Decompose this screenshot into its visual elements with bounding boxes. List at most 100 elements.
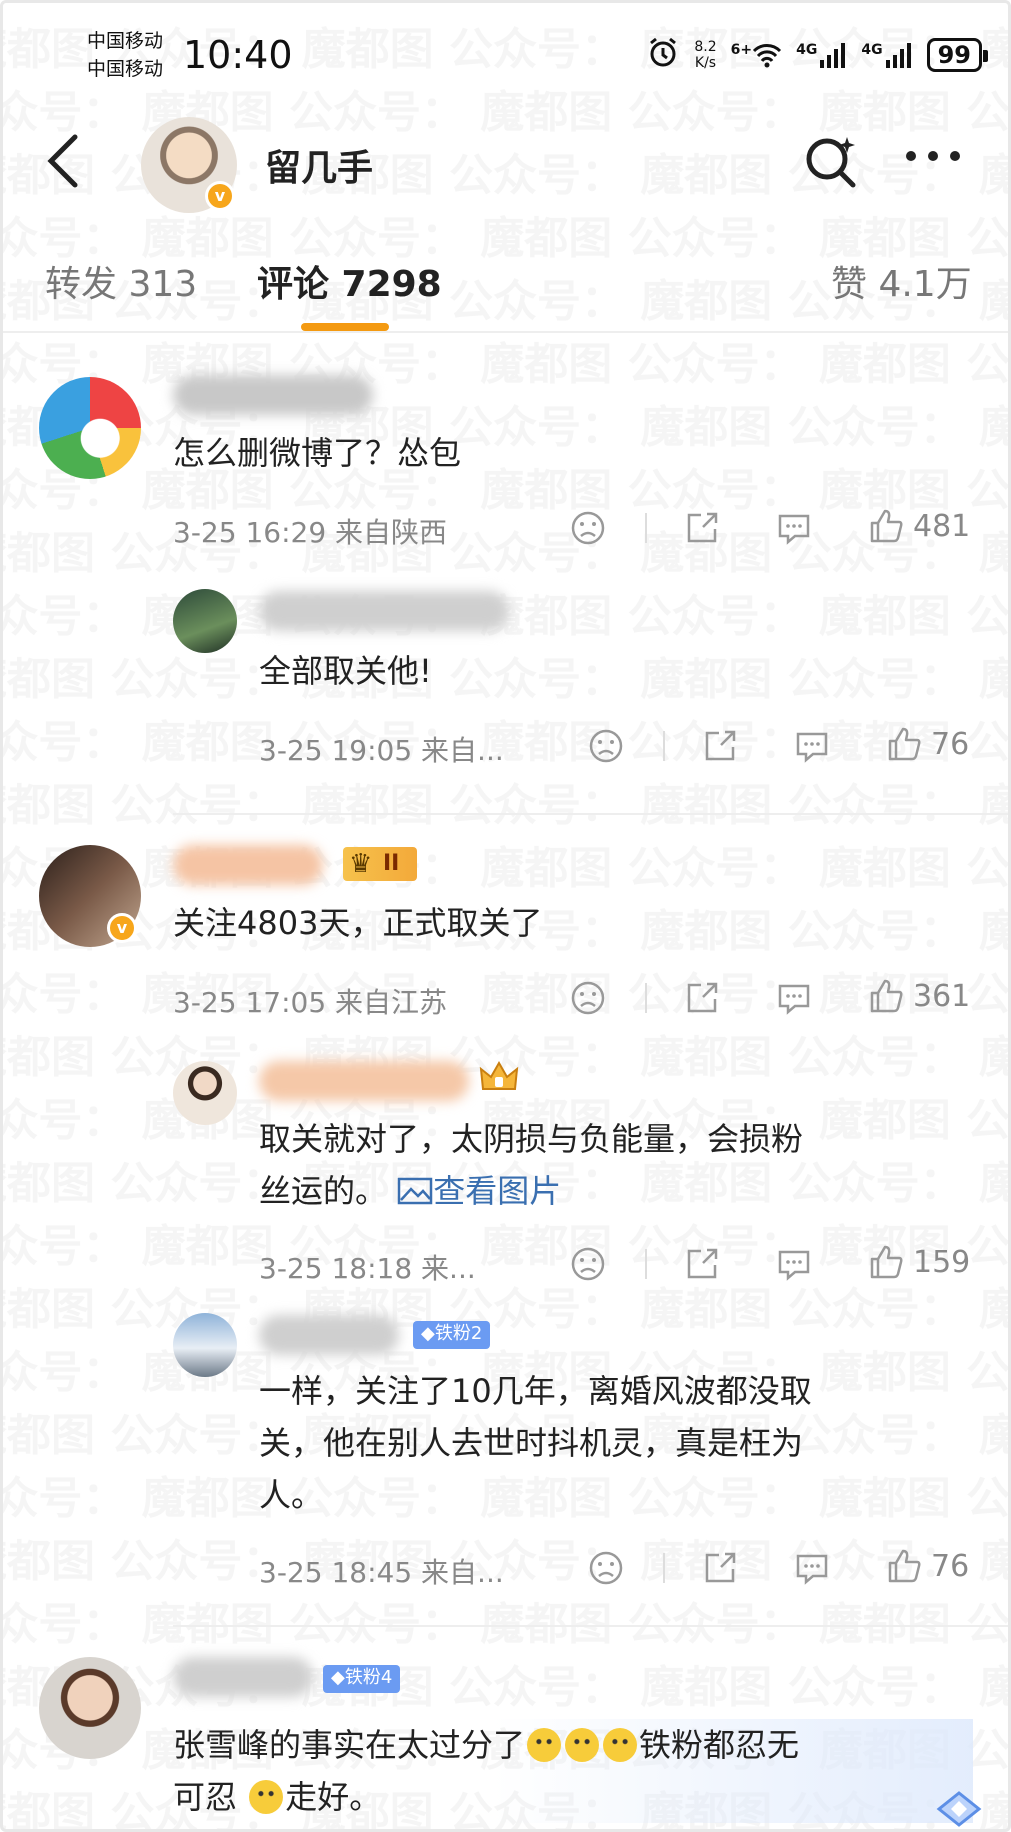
smile-emoji-icon <box>249 1780 284 1814</box>
reply-text-line: 取关就对了，太阴损与负能量，会损粉 <box>259 1120 804 1158</box>
thumbs-up-icon <box>888 727 921 761</box>
tab-repost[interactable]: 转发 313 <box>45 255 197 307</box>
like-button[interactable]: 76 <box>885 725 969 763</box>
like-button[interactable]: 481 <box>867 507 970 545</box>
like-button[interactable]: 361 <box>867 977 970 1015</box>
wifi-label: 6+ <box>730 41 753 58</box>
signal-2-icon: 4G <box>861 42 912 68</box>
net-speed-unit: K/s <box>694 54 717 71</box>
reply-button[interactable] <box>793 727 831 765</box>
frown-icon <box>589 729 623 763</box>
watermark-text: 魔都图 公众号： 魔都图 公众号： 魔都图 公众号： 魔都图 公众号： 魔都图 … <box>3 339 1008 390</box>
reply-avatar[interactable] <box>173 589 237 653</box>
like-button[interactable]: 76 <box>885 1547 969 1585</box>
net-speed-value: 8.2 <box>694 38 717 55</box>
smile-emoji-icon <box>527 1728 562 1762</box>
view-image-label: 查看图片 <box>433 1172 562 1210</box>
back-button[interactable] <box>43 133 93 193</box>
more-button[interactable] <box>903 127 963 176</box>
comment-text-segment: 走好。 <box>285 1778 382 1816</box>
reply-text-line: 一样，关注了10几年，离婚风波都没取 <box>259 1372 812 1410</box>
frown-icon <box>571 511 605 545</box>
dislike-button[interactable] <box>587 727 625 765</box>
reply-text-line: 人。 <box>259 1476 324 1514</box>
author-name[interactable]: 留几手 <box>265 139 373 191</box>
action-separator <box>645 513 647 543</box>
crown-icon: ♛ <box>349 849 373 879</box>
signal-2-label: 4G <box>861 41 883 58</box>
dislike-button[interactable] <box>569 1245 607 1283</box>
author-avatar[interactable]: v <box>141 117 237 213</box>
reply-username-blurred[interactable] <box>259 1061 469 1101</box>
comment-avatar[interactable] <box>39 377 141 479</box>
reply-button[interactable] <box>775 509 813 547</box>
dislike-button[interactable] <box>587 1549 625 1587</box>
carrier-1: 中国移动 <box>87 30 164 52</box>
reply-username-blurred[interactable] <box>259 1315 399 1355</box>
comment-text: 关注4803天，正式取关了 <box>173 904 543 942</box>
post-header: v 留几手 <box>3 103 1008 223</box>
signal-1-icon: 4G <box>796 42 847 68</box>
floating-diamond-icon[interactable] <box>931 1789 987 1829</box>
watermark-text: 魔都图 公众号： 魔都图 公众号： 魔都图 公众号： 魔都图 公众号： 魔都图 … <box>3 1284 1008 1335</box>
frown-icon <box>589 1551 623 1585</box>
watermark-text: 魔都图 公众号： 魔都图 公众号： 魔都图 公众号： 魔都图 公众号： 魔都图 … <box>3 654 1008 705</box>
vip-crown-icon <box>477 1059 521 1099</box>
view-image-link[interactable]: 查看图片 <box>397 1172 561 1210</box>
share-icon <box>705 730 736 761</box>
smile-emoji-icon <box>603 1728 638 1762</box>
reply-meta: 3-25 18:45 来自... <box>259 1556 504 1589</box>
share-button[interactable] <box>683 979 721 1017</box>
tab-likes[interactable]: 赞 4.1万 <box>831 255 972 307</box>
frown-icon <box>571 1247 605 1281</box>
reply-button[interactable] <box>775 979 813 1017</box>
share-button[interactable] <box>683 1245 721 1283</box>
reply-meta: 3-25 19:05 来自... <box>259 734 504 767</box>
comment-text-segment: 张雪峰的事实在太过分了 <box>173 1726 526 1764</box>
comment-username-blurred[interactable] <box>173 1657 313 1697</box>
thumbs-up-icon <box>870 1245 903 1279</box>
action-separator <box>645 1249 647 1279</box>
share-icon <box>687 512 718 543</box>
comment-text-segment: 可忍 <box>173 1778 238 1816</box>
reply-avatar[interactable] <box>173 1061 237 1125</box>
fan-badge-label: 铁粉2 <box>434 1323 483 1344</box>
dislike-button[interactable] <box>569 979 607 1017</box>
tab-bar: 转发 313 评论 7298 赞 4.1万 <box>3 243 1008 333</box>
like-count: 481 <box>913 508 971 544</box>
reply-button[interactable] <box>775 1245 813 1283</box>
comment-meta: 3-25 16:29 来自陕西 <box>173 516 448 549</box>
comment-username-blurred[interactable] <box>173 845 323 885</box>
alarm-icon <box>646 35 680 74</box>
reply-text-line: 关，他在别人去世时抖机灵，真是枉为 <box>259 1424 804 1462</box>
comment-text-line: 张雪峰的事实在太过分了 铁粉都忍无 <box>173 1719 973 1771</box>
comment-avatar[interactable] <box>39 1657 141 1759</box>
watermark-text: 魔都图 公众号： 魔都图 公众号： 魔都图 公众号： 魔都图 公众号： 魔都图 … <box>3 780 1008 831</box>
diamond-icon: ◆ <box>421 1323 435 1344</box>
reply-meta: 3-25 18:18 来... <box>259 1252 476 1285</box>
comment-meta: 3-25 17:05 来自江苏 <box>173 986 448 1019</box>
reply-username-blurred[interactable] <box>259 591 509 631</box>
signal-1-label: 4G <box>796 41 818 58</box>
watermark-text: 魔都图 公众号： 魔都图 公众号： 魔都图 公众号： 魔都图 公众号： 魔都图 … <box>3 717 1008 768</box>
watermark-text: 魔都图 公众号： 魔都图 公众号： 魔都图 公众号： 魔都图 公众号： 魔都图 … <box>3 969 1008 1020</box>
chevron-left-icon <box>47 134 78 188</box>
reply-avatar[interactable] <box>173 1313 237 1377</box>
tab-comments[interactable]: 评论 7298 <box>257 255 442 307</box>
smile-emoji-icon <box>565 1728 600 1762</box>
watermark-text: 魔都图 公众号： 魔都图 公众号： 魔都图 公众号： 魔都图 公众号： 魔都图 … <box>3 465 1008 516</box>
comment-bubble-icon <box>778 514 810 545</box>
search-button[interactable] <box>801 131 861 191</box>
share-button[interactable] <box>701 1549 739 1587</box>
watermark-text: 魔都图 公众号： 魔都图 公众号： 魔都图 公众号： 魔都图 公众号： 魔都图 … <box>3 1221 1008 1272</box>
dislike-button[interactable] <box>569 509 607 547</box>
watermark-text: 魔都图 公众号： 魔都图 公众号： 魔都图 公众号： 魔都图 公众号： 魔都图 … <box>3 402 1008 453</box>
more-dots-icon <box>906 151 960 161</box>
like-button[interactable]: 159 <box>867 1243 970 1281</box>
like-count: 361 <box>913 978 971 1014</box>
share-button[interactable] <box>701 727 739 765</box>
comment-username-blurred[interactable] <box>173 375 373 415</box>
reply-button[interactable] <box>793 1549 831 1587</box>
share-button[interactable] <box>683 509 721 547</box>
verified-badge-icon: v <box>205 181 235 211</box>
